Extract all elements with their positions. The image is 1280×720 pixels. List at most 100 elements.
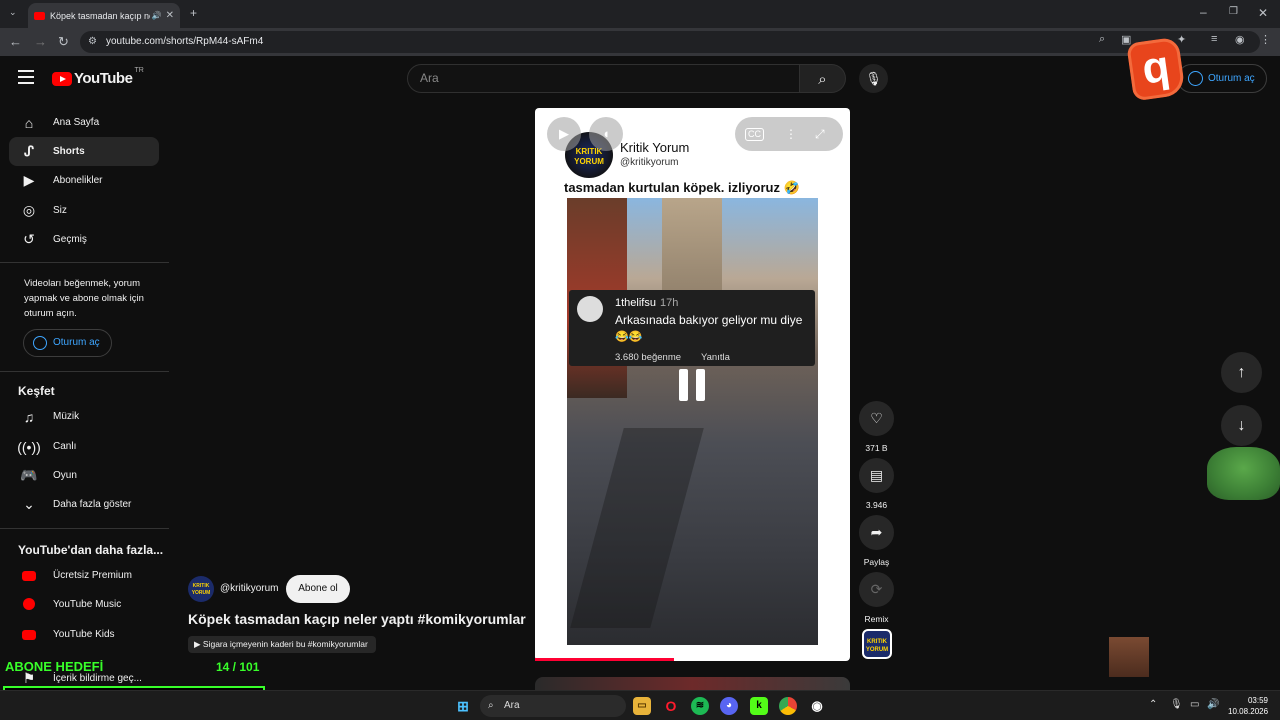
remix-button[interactable]: ⟳ Remix bbox=[859, 572, 894, 624]
tab-title: Köpek tasmadan kaçıp neler bbox=[50, 10, 150, 21]
site-info-icon[interactable]: ⚙ bbox=[88, 31, 97, 53]
sidebar-item-label: Müzik bbox=[53, 411, 80, 422]
previous-short-button[interactable]: ↑ bbox=[1221, 352, 1262, 393]
sidebar-item-home[interactable]: ⌂ Ana Sayfa bbox=[9, 108, 159, 137]
avatar-text: KRITIK YORUM bbox=[865, 639, 889, 653]
taskbar-search[interactable]: ⌕ Ara bbox=[480, 695, 626, 717]
start-icon[interactable]: ⊞ bbox=[454, 697, 472, 715]
reload-icon[interactable]: ↻ bbox=[58, 34, 69, 50]
arrow-down-icon: ↓ bbox=[1237, 417, 1246, 434]
subscriptions-icon: ▶ bbox=[23, 172, 35, 188]
volume-icon: ◖ bbox=[602, 126, 610, 141]
youtube-play-icon bbox=[52, 71, 72, 86]
zoom-icon[interactable]: ⌕ bbox=[1099, 33, 1105, 46]
browser-toolbar: ← → ↻ ⚙ youtube.com/shorts/RpM44-sAFm4 ⌕… bbox=[0, 28, 1280, 56]
sidebar-item-you[interactable]: ◎ Siz bbox=[9, 196, 159, 225]
youtube-music-icon bbox=[12, 597, 46, 613]
overlay-comment: 1thelifsu 17h Arkasınada bakıyor geliyor … bbox=[569, 290, 815, 366]
tray-chevron-icon[interactable]: ⌃ bbox=[1149, 699, 1157, 710]
mic-tray-icon[interactable]: 🎙 bbox=[1170, 699, 1183, 710]
more-options-icon[interactable]: ⋮ bbox=[785, 117, 797, 151]
sidebar-signin-button[interactable]: Oturum aç bbox=[23, 329, 112, 357]
sidebar-item-history[interactable]: ↺ Geçmiş bbox=[9, 225, 159, 254]
player-right-controls: CC ⋮ ⤢ bbox=[735, 117, 843, 151]
play-icon: ▶ bbox=[194, 639, 203, 649]
forward-icon[interactable]: → bbox=[34, 34, 47, 49]
chrome-icon[interactable] bbox=[779, 697, 797, 715]
youtube-logo[interactable]: YouTube TR bbox=[52, 67, 144, 87]
extensions-icon[interactable]: ✦ bbox=[1177, 33, 1186, 46]
volume-tray-icon[interactable]: 🔊 bbox=[1207, 699, 1219, 710]
sidebar-item-shorts[interactable]: ᔑ Shorts bbox=[9, 137, 159, 166]
minimize-icon[interactable]: – bbox=[1200, 5, 1207, 19]
windows-taskbar: ⊞ ⌕ Ara ▭ O ≋ ◕ k ◉ ⌃ 🎙 ▭ 🔊 03:59 10.08.… bbox=[0, 690, 1280, 720]
tab-search-icon[interactable]: ⌄ bbox=[9, 7, 17, 18]
maximize-icon[interactable]: ❐ bbox=[1229, 6, 1238, 17]
browser-menu-icon[interactable]: ⋮ bbox=[1260, 33, 1271, 46]
comment-button[interactable]: ▤ 3.946 bbox=[859, 458, 894, 510]
share-button[interactable]: ➦ Paylaş bbox=[859, 515, 894, 567]
voice-search-button[interactable]: 🎙 bbox=[859, 64, 888, 93]
video-frame[interactable] bbox=[567, 198, 818, 645]
video-scene-shadow bbox=[570, 428, 704, 628]
spotify-icon[interactable]: ≋ bbox=[691, 697, 709, 715]
next-short-button[interactable]: ↓ bbox=[1221, 405, 1262, 446]
sidebar-item-youtube-kids[interactable]: YouTube Kids bbox=[9, 620, 159, 649]
sidebar-item-premium[interactable]: Ücretsiz Premium bbox=[9, 561, 159, 590]
pause-icon[interactable] bbox=[679, 369, 707, 401]
comment-likes: 3.680 beğenme bbox=[615, 352, 682, 363]
play-button[interactable]: ▶ bbox=[547, 117, 581, 151]
search-icon: ⌕ bbox=[488, 700, 494, 711]
sidebar-item-music[interactable]: ♫ Müzik bbox=[9, 402, 159, 431]
youtube-favicon-icon bbox=[34, 11, 45, 20]
cast-icon[interactable]: ▣ bbox=[1121, 33, 1131, 46]
obs-icon[interactable]: ◉ bbox=[808, 697, 826, 715]
back-icon[interactable]: ← bbox=[9, 34, 22, 49]
account-icon bbox=[1188, 71, 1203, 86]
video-progress-bar[interactable] bbox=[535, 658, 674, 661]
kick-icon[interactable]: k bbox=[750, 697, 768, 715]
opera-icon[interactable]: O bbox=[662, 697, 680, 715]
related-video-chip[interactable]: ▶ Sigara içmeyenin kaderi bu #komikyorum… bbox=[188, 636, 376, 653]
discord-icon[interactable]: ◕ bbox=[720, 697, 738, 715]
country-code: TR bbox=[134, 67, 144, 74]
browser-tab[interactable]: Köpek tasmadan kaçıp neler 🔊 ✕ bbox=[28, 3, 180, 28]
new-tab-icon[interactable]: + bbox=[190, 6, 197, 20]
subscribe-button[interactable]: Abone ol bbox=[286, 575, 350, 603]
system-clock[interactable]: 03:59 10.08.2026 bbox=[1228, 695, 1268, 717]
address-bar[interactable]: ⚙ youtube.com/shorts/RpM44-sAFm4 bbox=[80, 31, 1260, 53]
sidebar-item-label: Ana Sayfa bbox=[53, 117, 100, 128]
sidebar-item-show-more[interactable]: ⌄ Daha fazla göster bbox=[9, 490, 159, 519]
youtube-kids-icon bbox=[12, 627, 46, 643]
sidebar-item-youtube-music[interactable]: YouTube Music bbox=[9, 590, 159, 619]
sidebar-item-subscriptions[interactable]: ▶ Abonelikler bbox=[9, 166, 159, 195]
fullscreen-icon[interactable]: ⤢ bbox=[815, 117, 825, 151]
comment-text: Arkasınada bakıyor geliyor mu diye bbox=[615, 313, 803, 327]
share-icon: ➦ bbox=[859, 515, 894, 550]
clock-time: 03:59 bbox=[1247, 696, 1268, 705]
close-window-icon[interactable]: ✕ bbox=[1258, 6, 1268, 20]
channel-handle[interactable]: @kritikyorum bbox=[220, 583, 279, 594]
captions-icon[interactable]: CC bbox=[745, 128, 764, 141]
volume-button[interactable]: ◖ bbox=[589, 117, 623, 151]
taskbar-search-label: Ara bbox=[504, 700, 520, 711]
media-controls-icon[interactable]: ≡ bbox=[1211, 33, 1217, 45]
profile-icon[interactable]: ◉ bbox=[1235, 33, 1245, 46]
network-icon[interactable]: ▭ bbox=[1190, 699, 1199, 710]
shorts-icon: ᔑ bbox=[24, 143, 34, 159]
search-input[interactable]: Ara bbox=[407, 64, 800, 93]
frog-sticker-icon bbox=[1207, 447, 1280, 500]
search-button[interactable]: ⌕ bbox=[800, 64, 846, 93]
explore-heading: Keşfet bbox=[18, 384, 55, 398]
signin-button[interactable]: Oturum aç bbox=[1177, 64, 1267, 93]
guide-menu-icon[interactable] bbox=[18, 70, 34, 84]
sidebar-item-gaming[interactable]: 🎮 Oyun bbox=[9, 461, 159, 490]
close-tab-icon[interactable]: ✕ bbox=[166, 10, 174, 21]
sound-avatar[interactable]: KRITIK YORUM bbox=[862, 629, 892, 659]
file-explorer-icon[interactable]: ▭ bbox=[633, 697, 651, 715]
like-button[interactable]: ♡ 371 B bbox=[859, 401, 894, 453]
comment-icon: ▤ bbox=[859, 458, 894, 493]
speaker-icon[interactable]: 🔊 bbox=[152, 11, 162, 20]
sidebar-item-live[interactable]: ((•)) Canlı bbox=[9, 432, 159, 461]
channel-avatar-small[interactable]: KRITIK YORUM bbox=[188, 576, 214, 602]
